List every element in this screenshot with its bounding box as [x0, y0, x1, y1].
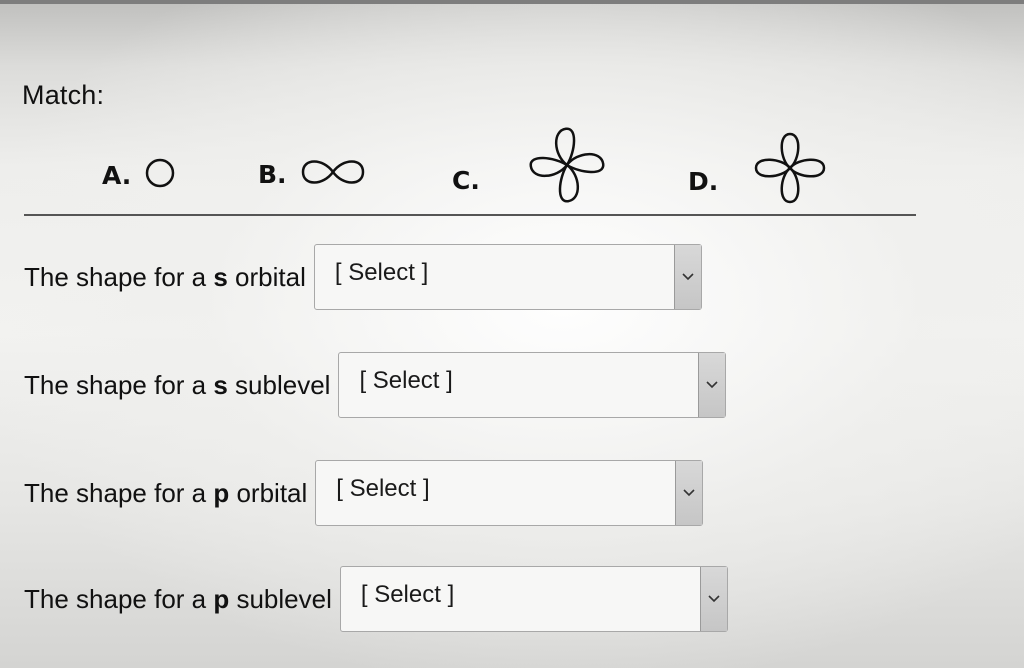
question-row-1: The shape for a s orbital [ Select ] [24, 244, 702, 310]
option-a-label: A. [102, 161, 132, 190]
dumbbell-orbital-icon [299, 156, 367, 193]
top-border [0, 0, 1024, 4]
question-prompt: The shape for a p orbital [24, 477, 308, 508]
select-value: [ Select ] [336, 475, 430, 502]
question-prompt: The shape for a p sublevel [24, 583, 332, 614]
question-row-3: The shape for a p orbital [ Select ] [24, 460, 704, 526]
answer-select-4[interactable]: [ Select ] [339, 566, 728, 632]
option-c: C. [452, 124, 608, 211]
question-row-2: The shape for a s sublevel [ Select ] [24, 352, 727, 418]
option-c-label: C. [452, 166, 480, 195]
four-lobe-orbital-icon [526, 124, 608, 211]
option-d: D. [688, 128, 828, 213]
chevron-down-icon[interactable] [675, 461, 703, 525]
chevron-down-icon[interactable] [698, 353, 726, 417]
option-a: A. [102, 156, 177, 195]
chevron-down-icon[interactable] [699, 567, 727, 631]
select-value: [ Select ] [359, 367, 453, 394]
chevron-down-icon[interactable] [673, 245, 701, 309]
question-row-4: The shape for a p sublevel [ Select ] [24, 566, 728, 632]
option-b-label: B. [258, 160, 287, 189]
answer-select-3[interactable]: [ Select ] [315, 460, 704, 526]
option-b: B. [258, 156, 367, 193]
cloverleaf-orbital-icon [752, 128, 828, 213]
question-prompt: The shape for a s orbital [24, 261, 306, 292]
divider [24, 214, 916, 216]
answer-select-1[interactable]: [ Select ] [313, 244, 702, 310]
question-prompt: The shape for a s sublevel [24, 369, 331, 400]
circle-orbital-icon [143, 156, 177, 195]
select-value: [ Select ] [360, 581, 455, 608]
question-title: Match: [22, 80, 105, 110]
option-d-label: D. [688, 167, 719, 196]
answer-select-2[interactable]: [ Select ] [338, 352, 727, 418]
select-value: [ Select ] [334, 259, 429, 286]
